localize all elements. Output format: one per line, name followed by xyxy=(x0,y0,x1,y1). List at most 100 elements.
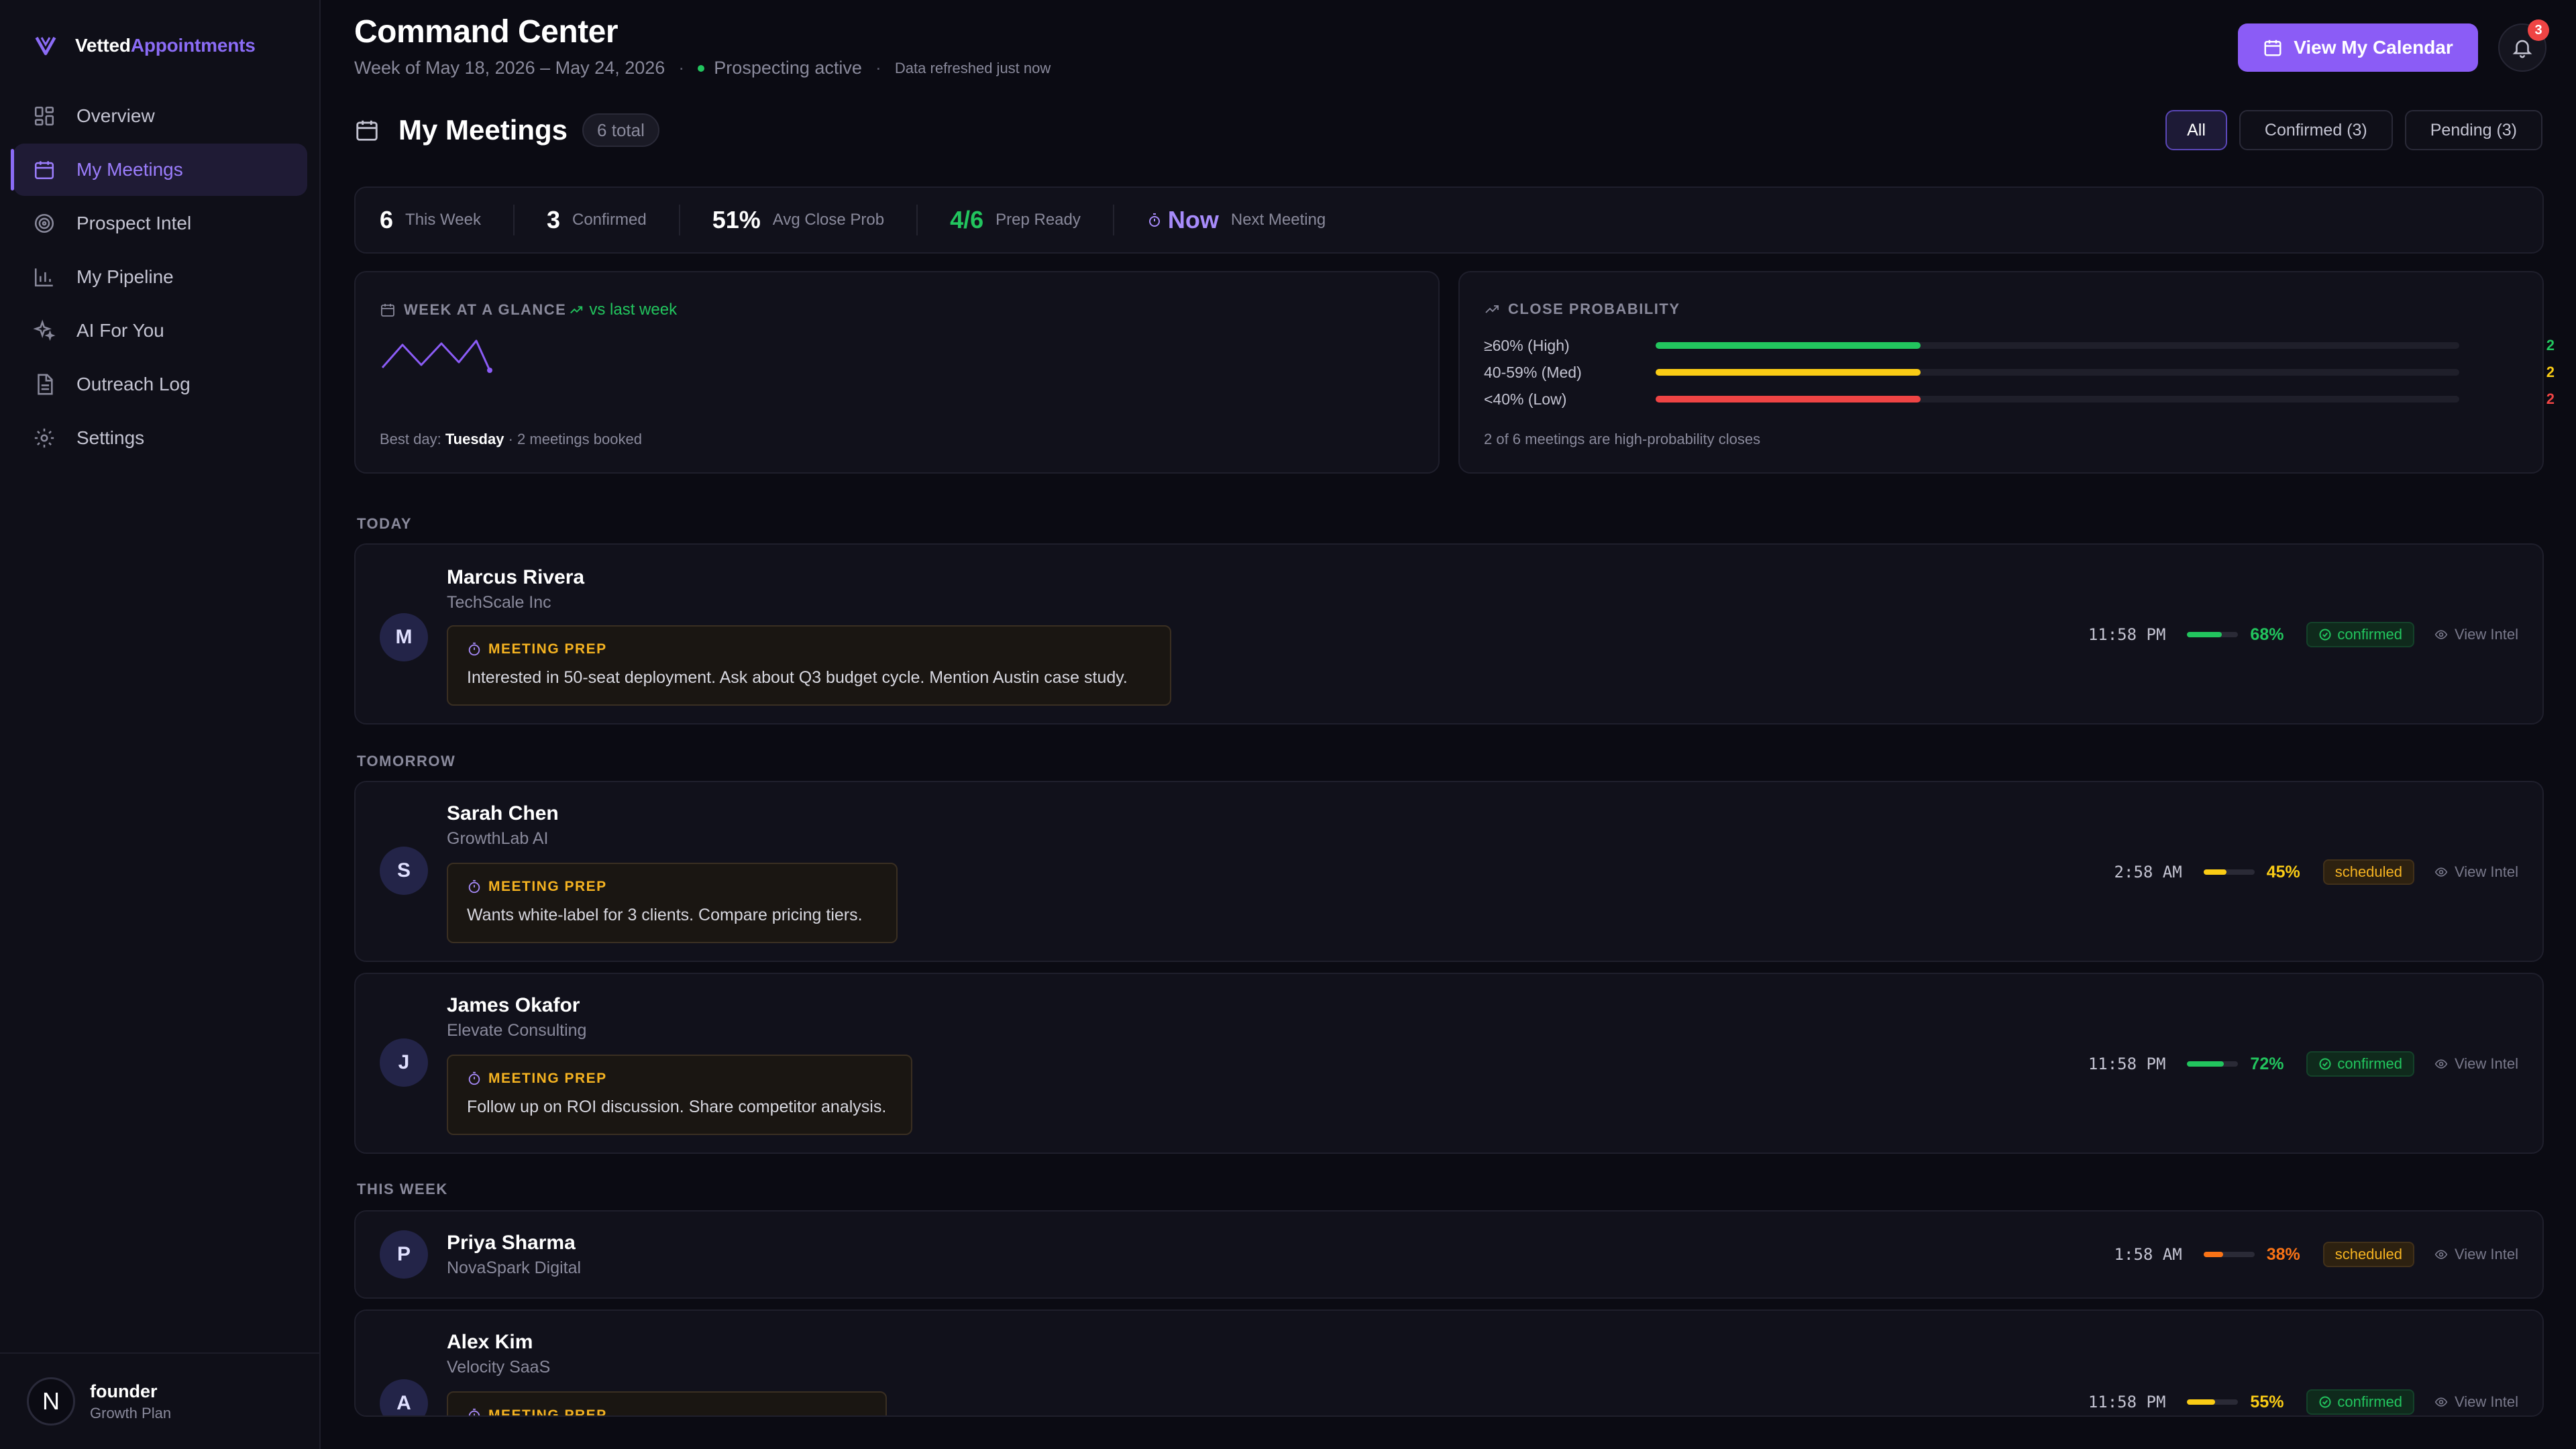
close-probability-card: CLOSE PROBABILITY ≥60% (High) 2 40-59% (… xyxy=(1458,271,2555,474)
eye-icon xyxy=(2434,630,2448,639)
timer-icon xyxy=(1148,213,1160,227)
meeting-company: NovaSpark Digital xyxy=(447,1258,582,1277)
avatar: A xyxy=(380,1379,428,1415)
prep-text: Interested in 50-seat deployment. Ask ab… xyxy=(467,668,1128,687)
view-intel-link[interactable]: View Intel xyxy=(2434,863,2518,881)
meeting-name: Sarah Chen xyxy=(447,802,559,824)
check-circle-icon xyxy=(2319,629,2331,641)
filter-pending[interactable]: Pending (3) xyxy=(2404,110,2542,150)
notifications-button[interactable]: 3 xyxy=(2498,19,2549,72)
sidebar-item-ai-for-you[interactable]: AI For You xyxy=(13,305,307,357)
prob-row-high: ≥60% (High) 2 xyxy=(1484,335,2555,356)
calendar-icon xyxy=(356,120,378,141)
close-probability-footer: 2 of 6 meetings are high-probability clo… xyxy=(1484,431,1761,447)
view-intel-link[interactable]: View Intel xyxy=(2434,1246,2518,1263)
sidebar-item-my-pipeline[interactable]: My Pipeline xyxy=(13,251,307,303)
trending-up-icon xyxy=(1485,305,1499,313)
stat-label: Next Meeting xyxy=(1230,211,1326,229)
meeting-card[interactable]: A Alex Kim Velocity SaaS MEETING PREP 11… xyxy=(354,1309,2544,1417)
meeting-name: Marcus Rivera xyxy=(447,566,585,588)
brand-logo[interactable]: VettedAppointments xyxy=(32,31,256,60)
document-icon xyxy=(32,372,56,396)
sidebar-item-outreach-log[interactable]: Outreach Log xyxy=(13,358,307,411)
meeting-meta: 1:58 AM 38% scheduled View Intel xyxy=(2114,1241,2518,1268)
meeting-card[interactable]: S Sarah Chen GrowthLab AI MEETING PREP W… xyxy=(354,781,2544,962)
separator: · xyxy=(875,58,881,78)
prob-label: <40% (Low) xyxy=(1484,390,1567,408)
filter-confirmed[interactable]: Confirmed (3) xyxy=(2239,110,2393,150)
stat-value: 4/6 xyxy=(950,206,984,233)
timer-icon xyxy=(468,879,480,894)
meeting-name: James Okafor xyxy=(447,994,580,1016)
sidebar-item-label: AI For You xyxy=(76,320,164,341)
prob-fill xyxy=(1656,396,1921,402)
avatar: P xyxy=(380,1230,428,1279)
prob-count: 2 xyxy=(2546,337,2555,354)
meeting-card[interactable]: J James Okafor Elevate Consulting MEETIN… xyxy=(354,973,2544,1154)
stat-value: 3 xyxy=(546,206,560,233)
meeting-time: 2:58 AM xyxy=(2114,863,2182,881)
avatar: N xyxy=(27,1377,75,1426)
prep-header: MEETING PREP xyxy=(467,641,1151,657)
section-this-week: THIS WEEK xyxy=(357,1181,448,1197)
sidebar-item-overview[interactable]: Overview xyxy=(13,90,307,142)
avatar: S xyxy=(380,847,428,895)
probability-fill xyxy=(2187,1399,2216,1405)
sparkline-line xyxy=(381,339,491,371)
status-label: confirmed xyxy=(2337,1055,2403,1072)
view-intel-label: View Intel xyxy=(2455,1246,2518,1263)
view-intel-link[interactable]: View Intel xyxy=(2434,1393,2518,1411)
prob-track xyxy=(1656,369,2459,376)
meeting-company: TechScale Inc xyxy=(447,593,551,612)
user-plan: Growth Plan xyxy=(90,1404,172,1421)
meeting-company: Velocity SaaS xyxy=(447,1358,551,1377)
stat-label: Avg Close Prob xyxy=(772,211,885,229)
sidebar-item-settings[interactable]: Settings xyxy=(13,412,307,464)
view-calendar-label: View My Calendar xyxy=(2294,37,2453,58)
sidebar-item-label: My Pipeline xyxy=(76,266,174,287)
stat-next-meeting: Now Next Meeting xyxy=(1146,205,1358,235)
meeting-meta: 11:58 PM 55% confirmed View Intel xyxy=(2088,1389,2518,1415)
view-intel-link[interactable]: View Intel xyxy=(2434,1055,2518,1073)
prob-track xyxy=(1656,342,2459,349)
prep-header: MEETING PREP xyxy=(467,879,877,895)
meetings-title: My Meetings xyxy=(398,114,568,146)
view-intel-link[interactable]: View Intel xyxy=(2434,626,2518,643)
meeting-card[interactable]: P Priya Sharma NovaSpark Digital 1:58 AM… xyxy=(354,1210,2544,1299)
trend-text: vs last week xyxy=(589,301,678,319)
trending-up-icon xyxy=(570,306,583,314)
meeting-card[interactable]: M Marcus Rivera TechScale Inc MEETING PR… xyxy=(354,543,2544,724)
meetings-header: My Meetings 6 total xyxy=(354,110,659,150)
prob-label: 40-59% (Med) xyxy=(1484,363,1582,381)
brand-name: VettedAppointments xyxy=(75,35,256,56)
prep-text: Wants white-label for 3 clients. Compare… xyxy=(467,906,863,924)
app: VettedAppointments Overview My Meetings … xyxy=(0,0,2576,1449)
refresh-status: Data refreshed just now xyxy=(894,59,1051,76)
sidebar-item-prospect-intel[interactable]: Prospect Intel xyxy=(13,197,307,250)
meeting-prep: MEETING PREP xyxy=(447,1391,887,1417)
separator: · xyxy=(678,58,685,78)
probability-value: 38% xyxy=(2266,1244,2300,1264)
notification-badge: 3 xyxy=(2528,19,2549,41)
sparkline-endpoint xyxy=(487,368,492,373)
user-profile[interactable]: N founder Growth Plan xyxy=(0,1352,319,1449)
view-intel-label: View Intel xyxy=(2455,863,2518,880)
eye-icon xyxy=(2434,1059,2448,1069)
timer-icon xyxy=(468,1408,480,1415)
view-calendar-button[interactable]: View My Calendar xyxy=(2238,23,2478,72)
prep-label: MEETING PREP xyxy=(488,1407,607,1417)
timer-icon xyxy=(468,1071,480,1085)
meeting-time: 1:58 AM xyxy=(2114,1245,2182,1264)
status-badge: scheduled xyxy=(2322,859,2415,885)
prep-label: MEETING PREP xyxy=(488,1071,607,1086)
probability-value: 45% xyxy=(2266,862,2300,881)
probability-bar xyxy=(2203,1252,2255,1257)
stat-this-week: 6 This Week xyxy=(380,205,515,235)
prep-label: MEETING PREP xyxy=(488,641,607,657)
filter-all[interactable]: All xyxy=(2165,110,2227,150)
view-intel-label: View Intel xyxy=(2455,1393,2518,1410)
calendar-icon xyxy=(32,158,56,182)
sidebar-item-my-meetings[interactable]: My Meetings xyxy=(11,144,307,196)
brand-name-part2: Appointments xyxy=(130,35,256,56)
meeting-company: Elevate Consulting xyxy=(447,1021,587,1040)
